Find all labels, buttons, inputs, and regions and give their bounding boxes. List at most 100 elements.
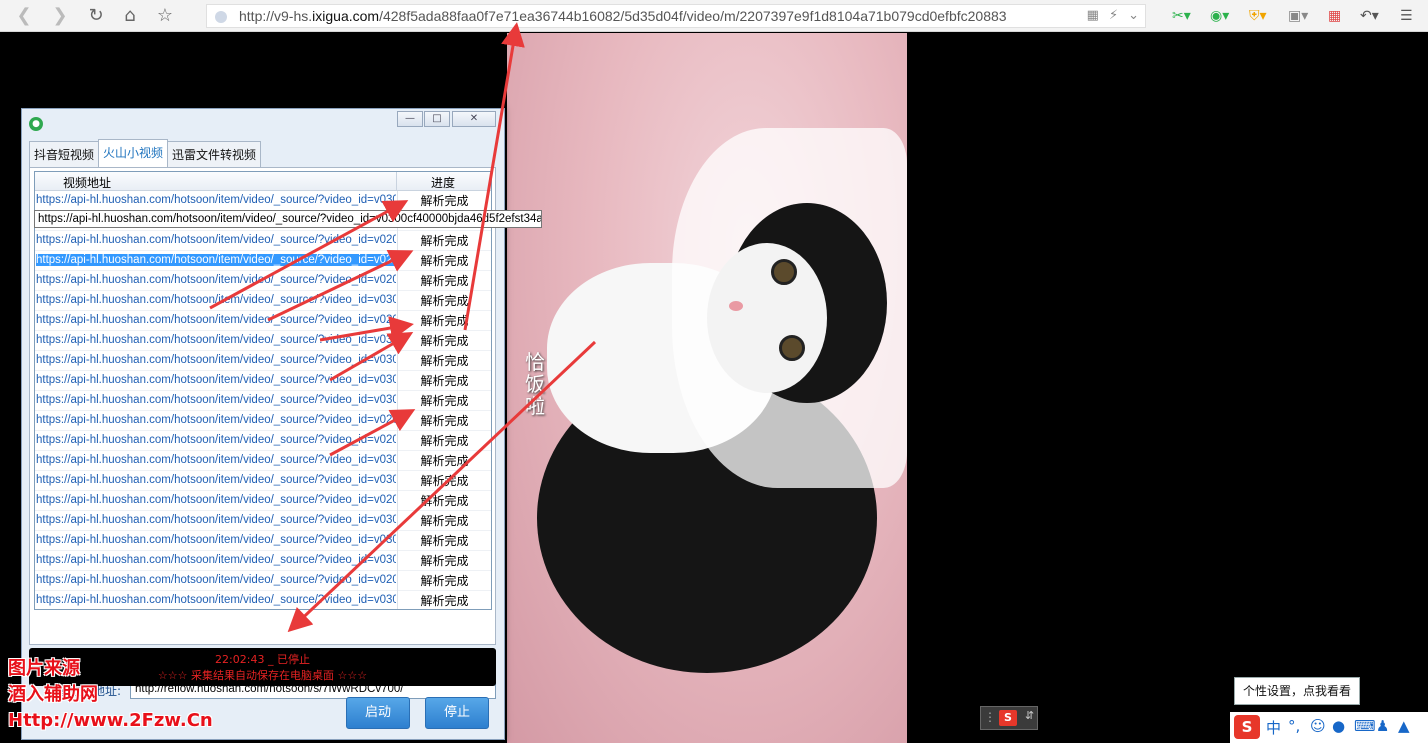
table-row[interactable]: https://api-hl.huoshan.com/hotsoon/item/… [35, 591, 491, 609]
row-url-cell[interactable]: https://api-hl.huoshan.com/hotsoon/item/… [36, 234, 396, 246]
app-logo-icon: ● [29, 117, 43, 131]
tab-huoshan[interactable]: 火山小视频 [98, 139, 169, 167]
ime-mode-label[interactable]: 中 [1266, 717, 1281, 738]
close-button[interactable]: ✕ [452, 111, 496, 127]
translate-icon[interactable]: ◉▾ [1210, 5, 1229, 27]
sogou-logo-icon[interactable]: S [1234, 715, 1260, 739]
emoji-icon[interactable]: ☺ [1310, 717, 1326, 735]
forward-arrow-icon[interactable]: ❯ [48, 4, 72, 28]
scissors-icon[interactable]: ✂▾ [1172, 5, 1191, 27]
address-url[interactable]: http://v9-hs.ixigua.com/428f5ada88faa0f7… [239, 8, 1094, 24]
table-row[interactable]: https://api-hl.huoshan.com/hotsoon/item/… [35, 431, 491, 451]
column-header-status[interactable]: 进度 [431, 174, 455, 191]
table-row[interactable]: https://api-hl.huoshan.com/hotsoon/item/… [35, 371, 491, 391]
table-row[interactable]: https://api-hl.huoshan.com/hotsoon/item/… [35, 291, 491, 311]
row-url-cell[interactable]: https://api-hl.huoshan.com/hotsoon/item/… [36, 314, 396, 326]
home-icon[interactable]: ⌂ [118, 4, 142, 28]
row-url-cell[interactable]: https://api-hl.huoshan.com/hotsoon/item/… [36, 474, 396, 486]
row-status-cell: 解析完成 [397, 571, 491, 591]
table-row[interactable]: https://api-hl.huoshan.com/hotsoon/item/… [35, 331, 491, 351]
table-row[interactable]: https://api-hl.huoshan.com/hotsoon/item/… [35, 491, 491, 511]
minimize-button[interactable]: — [397, 111, 423, 127]
tab-douyin[interactable]: 抖音短视频 [29, 141, 100, 167]
row-url-cell[interactable]: https://api-hl.huoshan.com/hotsoon/item/… [36, 334, 396, 346]
row-url-cell[interactable]: https://api-hl.huoshan.com/hotsoon/item/… [36, 274, 396, 286]
lightning-icon[interactable]: ⚡ [1109, 8, 1118, 23]
row-url-cell[interactable]: https://api-hl.huoshan.com/hotsoon/item/… [36, 594, 396, 606]
tab-strip: 抖音短视频 火山小视频 迅雷文件转视频 [29, 139, 262, 167]
back-arrow-icon[interactable]: ❮ [12, 4, 36, 28]
row-url-cell[interactable]: https://api-hl.huoshan.com/hotsoon/item/… [36, 494, 396, 506]
video-player[interactable]: 恰饭啦 [507, 33, 907, 743]
tab-panel: 视频地址 进度 https://api-hl.huoshan.com/hotso… [29, 167, 496, 699]
table-row[interactable]: https://api-hl.huoshan.com/hotsoon/item/… [35, 551, 491, 571]
row-url-cell[interactable]: https://api-hl.huoshan.com/hotsoon/item/… [36, 394, 396, 406]
row-url-cell[interactable]: https://api-hl.huoshan.com/hotsoon/item/… [36, 374, 396, 386]
shirt-icon[interactable]: ▲ [1398, 717, 1410, 735]
image-icon[interactable]: ▣▾ [1288, 5, 1308, 27]
table-row[interactable]: https://api-hl.huoshan.com/hotsoon/item/… [35, 571, 491, 591]
row-url-cell[interactable]: https://api-hl.huoshan.com/hotsoon/item/… [36, 354, 396, 366]
table-row[interactable]: https://api-hl.huoshan.com/hotsoon/item/… [35, 311, 491, 331]
video-overlay-text: 恰饭啦 [525, 350, 545, 418]
row-status-cell: 解析完成 [397, 491, 491, 511]
table-row[interactable]: https://api-hl.huoshan.com/hotsoon/item/… [35, 271, 491, 291]
row-url-cell[interactable]: https://api-hl.huoshan.com/hotsoon/item/… [36, 294, 396, 306]
row-status-cell: 解析完成 [397, 191, 491, 211]
stop-button[interactable]: 停止 [425, 697, 489, 729]
row-url-cell[interactable]: https://api-hl.huoshan.com/hotsoon/item/… [36, 454, 396, 466]
row-status-cell: 解析完成 [397, 471, 491, 491]
page-info-icon[interactable] [215, 11, 227, 23]
shield-icon[interactable]: ⛨▾ [1249, 5, 1267, 27]
row-status-cell: 解析完成 [397, 251, 491, 271]
row-url-cell[interactable]: https://api-hl.huoshan.com/hotsoon/item/… [36, 554, 396, 566]
ime-tooltip[interactable]: 个性设置，点我看看 [1234, 677, 1360, 705]
table-row[interactable]: https://api-hl.huoshan.com/hotsoon/item/… [35, 511, 491, 531]
table-row[interactable]: https://api-hl.huoshan.com/hotsoon/item/… [35, 251, 491, 271]
cat-eye-left [771, 259, 797, 285]
window-titlebar[interactable]: ● — □ ✕ [22, 109, 504, 131]
microphone-icon[interactable]: ● [1332, 717, 1345, 735]
row-url-cell[interactable]: https://api-hl.huoshan.com/hotsoon/item/… [36, 574, 396, 586]
refresh-icon[interactable]: ↻ [84, 4, 108, 28]
column-header-url[interactable]: 视频地址 [63, 174, 111, 191]
table-row[interactable]: https://api-hl.huoshan.com/hotsoon/item/… [35, 471, 491, 491]
user-icon[interactable]: ♟ [1376, 717, 1389, 735]
menu-icon[interactable]: ☰ [1400, 5, 1413, 27]
row-url-cell[interactable]: https://api-hl.huoshan.com/hotsoon/item/… [36, 414, 396, 426]
tab-xunlei[interactable]: 迅雷文件转视频 [167, 141, 262, 167]
row-url-cell[interactable]: https://api-hl.huoshan.com/hotsoon/item/… [36, 194, 396, 206]
row-status-cell: 解析完成 [397, 431, 491, 451]
row-status-cell: 解析完成 [397, 591, 491, 609]
row-status-cell: 解析完成 [397, 551, 491, 571]
table-row[interactable]: https://api-hl.huoshan.com/hotsoon/item/… [35, 411, 491, 431]
qr-code-icon[interactable]: ▦ [1087, 8, 1099, 23]
punctuation-icon[interactable]: °, [1288, 717, 1300, 735]
row-url-cell[interactable]: https://api-hl.huoshan.com/hotsoon/item/… [36, 254, 396, 266]
row-url-cell[interactable]: https://api-hl.huoshan.com/hotsoon/item/… [36, 534, 396, 546]
video-list-grid[interactable]: 视频地址 进度 https://api-hl.huoshan.com/hotso… [34, 171, 492, 610]
row-url-cell[interactable]: https://api-hl.huoshan.com/hotsoon/item/… [36, 434, 396, 446]
start-button[interactable]: 启动 [346, 697, 410, 729]
table-row[interactable]: https://api-hl.huoshan.com/hotsoon/item/… [35, 191, 491, 211]
star-icon[interactable]: ☆ [153, 4, 177, 28]
row-url-cell[interactable]: https://api-hl.huoshan.com/hotsoon/item/… [36, 514, 396, 526]
table-row[interactable]: https://api-hl.huoshan.com/hotsoon/item/… [35, 451, 491, 471]
table-row[interactable]: https://api-hl.huoshan.com/hotsoon/item/… [35, 351, 491, 371]
table-row[interactable]: https://api-hl.huoshan.com/hotsoon/item/… [35, 391, 491, 411]
table-row[interactable]: https://api-hl.huoshan.com/hotsoon/item/… [35, 531, 491, 551]
apps-grid-icon[interactable]: ▦ [1328, 5, 1341, 27]
row-status-cell: 解析完成 [397, 271, 491, 291]
undo-icon[interactable]: ↶▾ [1360, 5, 1379, 27]
updown-icon[interactable]: ⇵ [1025, 709, 1034, 722]
url-domain: ixigua.com [312, 8, 380, 24]
keyboard-icon[interactable]: ⌨ [1354, 717, 1376, 735]
maximize-button[interactable]: □ [424, 111, 450, 127]
watermark-line-2: 酒入辅助网 [8, 684, 98, 705]
chevron-down-icon[interactable]: ⌄ [1128, 8, 1139, 23]
column-divider[interactable] [396, 172, 397, 191]
ime-float-widget[interactable]: ⋮⋮ S ⇵ [980, 706, 1038, 730]
watermark-line-1: 图片来源 [8, 658, 80, 679]
table-row[interactable]: https://api-hl.huoshan.com/hotsoon/item/… [35, 231, 491, 251]
address-bar[interactable]: http://v9-hs.ixigua.com/428f5ada88faa0f7… [206, 4, 1146, 28]
